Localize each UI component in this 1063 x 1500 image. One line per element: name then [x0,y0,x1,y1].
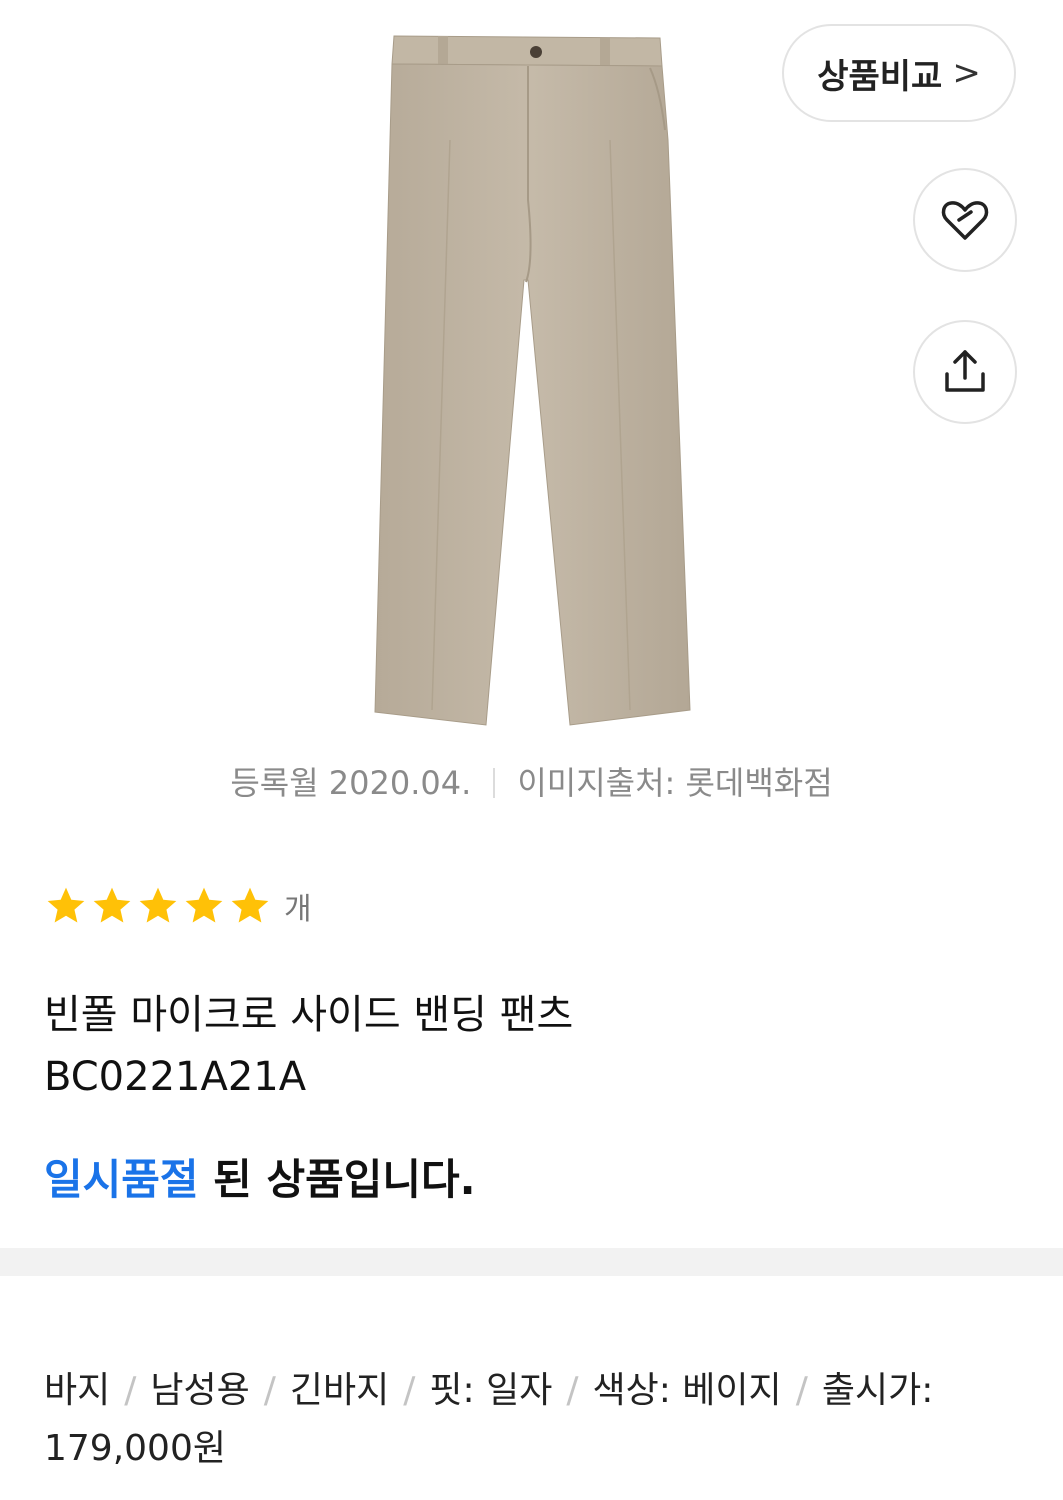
spec-separator: / [263,1370,276,1411]
soldout-text: 된 상품입니다. [198,1155,476,1204]
spec-separator: / [403,1370,416,1411]
section-divider [0,1248,1063,1276]
soldout-highlight: 일시품절 [44,1155,199,1204]
spec-separator: / [566,1370,579,1411]
spec-item: 바지 [44,1370,111,1411]
product-image[interactable] [360,20,710,735]
star-icon [139,887,177,923]
product-code: BC0221A21A [44,1054,307,1100]
star-icon [185,887,223,923]
share-button[interactable] [913,320,1017,424]
star-icon [231,887,269,923]
spec-separator: / [795,1370,808,1411]
heart-plus-icon [941,201,989,240]
soldout-notice: 일시품절 된 상품입니다. [44,1146,476,1207]
compare-button[interactable]: 상품비교 > [782,24,1016,122]
chevron-right-icon: > [952,53,981,93]
image-source: 이미지출처: 롯데백화점 [517,764,833,802]
star-icon [93,887,131,923]
spec-item: 긴바지 [289,1370,390,1411]
star-rating [44,884,272,928]
spec-separator: / [124,1370,137,1411]
meta-divider [493,768,496,798]
spec-item: 남성용 [150,1370,250,1411]
share-icon [945,350,985,392]
image-meta: 등록월 2020.04. 이미지출처: 롯데백화점 [0,758,1063,804]
registered-date: 등록월 2020.04. [230,764,472,802]
spec-list: 바지 / 남성용 / 긴바지 / 핏: 일자 / 색상: 베이지 / 출시가: 179,000원 [44,1362,1014,1478]
spec-item: 색상: 베이지 [592,1370,782,1411]
review-count-unit: 개 [284,892,312,927]
product-name: 빈폴 마이크로 사이드 밴딩 팬츠 [44,992,574,1038]
rating[interactable]: 개 [44,884,312,928]
product-title: 빈폴 마이크로 사이드 밴딩 팬츠 BC0221A21A [44,984,1004,1108]
compare-label: 상품비교 [817,56,943,97]
spec-item: 핏: 일자 [429,1370,553,1411]
wishlist-button[interactable] [913,168,1017,272]
star-icon [47,887,85,923]
